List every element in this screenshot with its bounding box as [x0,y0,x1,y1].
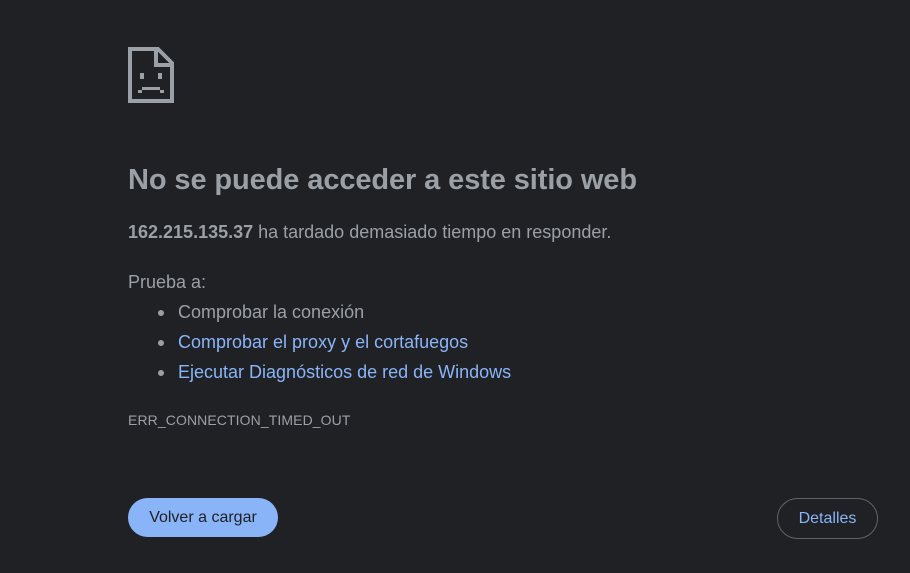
summary-text: ha tardado demasiado tiempo en responder… [253,222,612,242]
host-address: 162.215.135.37 [128,222,254,242]
details-button[interactable]: Detalles [777,498,878,539]
error-summary: 162.215.135.37 ha tardado demasiado tiem… [128,220,611,244]
error-page: No se puede acceder a este sitio web 162… [0,0,910,573]
bullet-icon [158,310,164,316]
bullet-icon [158,340,164,346]
suggestion-text: Comprobar la conexión [178,302,365,322]
sad-document-icon [128,47,174,103]
page-title: No se puede acceder a este sitio web [128,164,637,196]
suggestion-check-connection: Comprobar la conexión [128,298,511,328]
suggestion-run-diagnostics: Ejecutar Diagnósticos de red de Windows [128,358,511,388]
suggestions-heading: Prueba a: [128,272,207,292]
reload-button[interactable]: Volver a cargar [128,498,278,537]
suggestions-list: Comprobar la conexión Comprobar el proxy… [128,298,511,388]
error-code: ERR_CONNECTION_TIMED_OUT [128,412,351,428]
suggestion-check-proxy-firewall: Comprobar el proxy y el cortafuegos [128,328,511,358]
run-network-diagnostics-link[interactable]: Ejecutar Diagnósticos de red de Windows [178,362,511,382]
bullet-icon [158,370,164,376]
check-proxy-firewall-link[interactable]: Comprobar el proxy y el cortafuegos [178,332,468,352]
